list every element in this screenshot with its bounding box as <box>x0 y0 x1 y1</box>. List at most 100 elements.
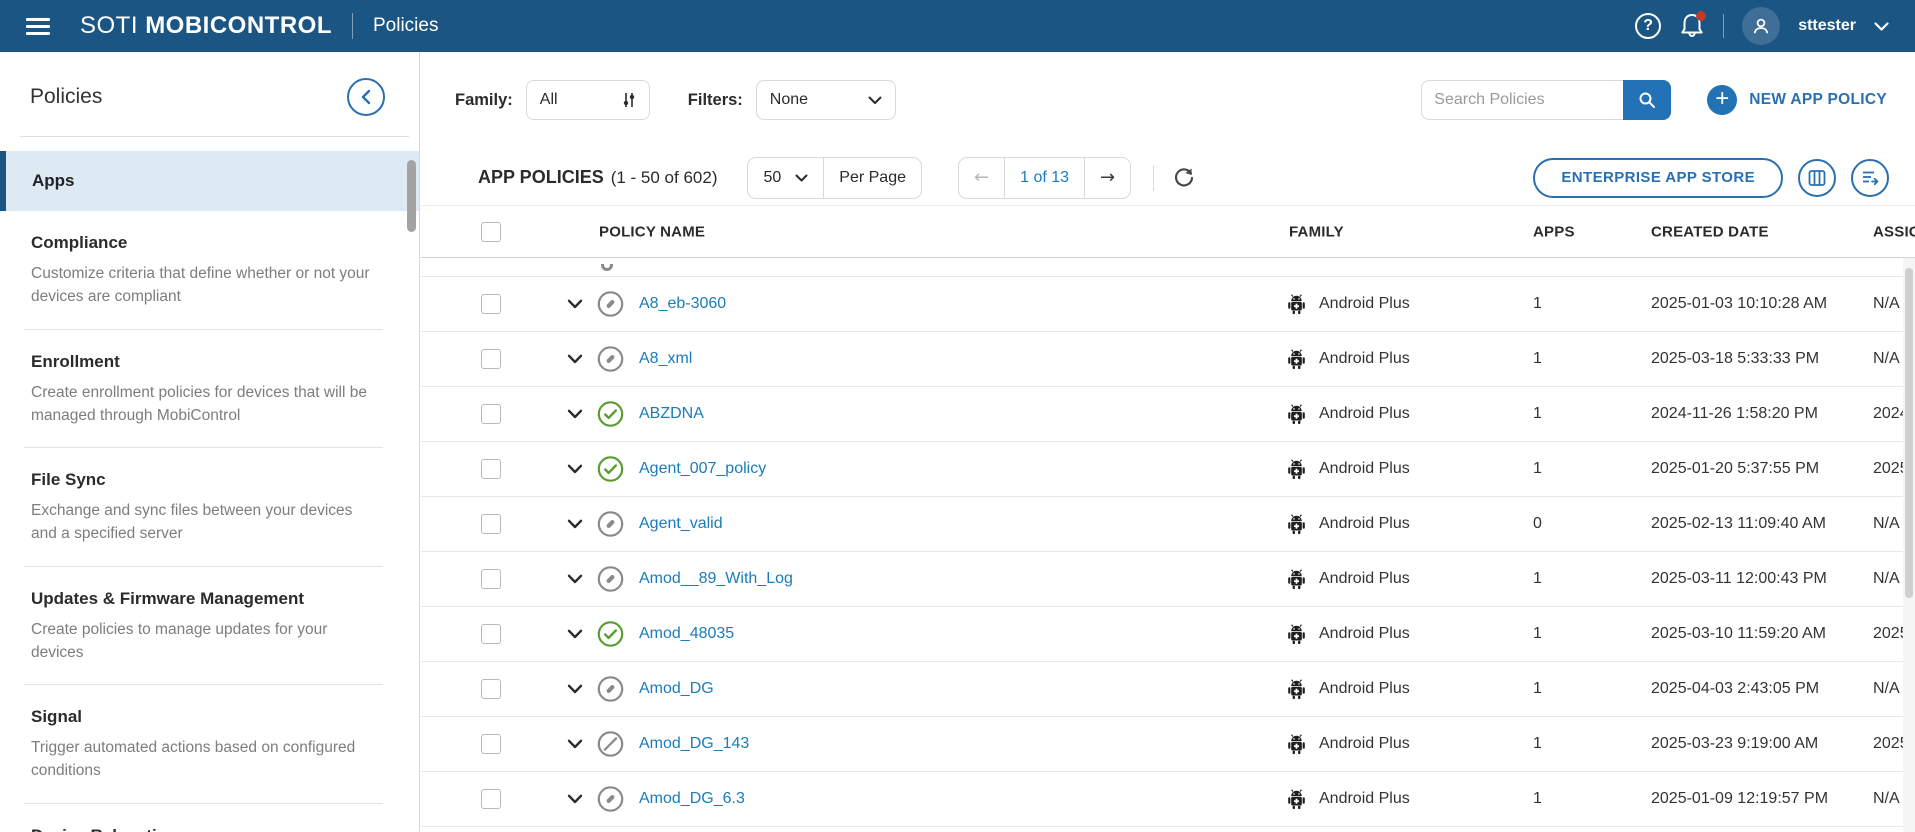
policy-name-link[interactable]: A8_eb-3060 <box>639 295 726 313</box>
select-all-checkbox[interactable] <box>481 222 501 242</box>
filters-dropdown[interactable]: None <box>756 80 896 120</box>
enterprise-app-store-button[interactable]: ENTERPRISE APP STORE <box>1533 158 1783 198</box>
search-icon <box>1638 91 1656 109</box>
policy-table-row: Agent_valid Android Plus 0 <box>421 497 1915 552</box>
filters-dropdown-value: None <box>770 91 808 109</box>
column-header-apps[interactable]: APPS <box>1533 223 1575 240</box>
previous-page-button[interactable]: ← <box>959 158 1004 198</box>
policy-family: Android Plus <box>1319 515 1410 533</box>
sidebar-scrollbar[interactable] <box>407 160 416 232</box>
plus-icon: + <box>1707 85 1737 115</box>
filter-bar: Family: All Filters: None <box>421 52 1915 148</box>
export-list-button[interactable] <box>1851 159 1889 197</box>
sidebar-item[interactable]: Device Relocation <box>0 804 419 832</box>
sidebar-header: Policies <box>0 52 419 136</box>
column-header-assigned[interactable]: ASSIG <box>1873 223 1915 240</box>
row-checkbox[interactable] <box>481 624 501 644</box>
chevron-down-icon <box>567 794 583 804</box>
row-checkbox[interactable] <box>481 789 501 809</box>
new-app-policy-button[interactable]: + NEW APP POLICY <box>1707 85 1887 115</box>
policy-table-row: Amod__89_With_Log Android Plus <box>421 552 1915 607</box>
row-checkbox[interactable] <box>481 459 501 479</box>
table-scrollbar-track[interactable] <box>1903 258 1915 832</box>
refresh-button[interactable] <box>1172 166 1196 190</box>
policy-status-icon <box>597 346 624 373</box>
row-expand-button[interactable] <box>567 794 583 804</box>
row-expand-button[interactable] <box>567 409 583 419</box>
filters-label: Filters: <box>688 91 743 110</box>
policy-name-link[interactable]: ABZDNA <box>639 405 704 423</box>
page-size-select[interactable]: 50 <box>748 158 823 198</box>
row-checkbox[interactable] <box>481 734 501 754</box>
policy-name-link[interactable]: A8_xml <box>639 350 692 368</box>
per-page-label: Per Page <box>823 158 921 198</box>
sidebar-title: Policies <box>30 85 102 109</box>
table-header: POLICY NAME FAMILY APPS CREATED DATE ASS… <box>421 206 1915 258</box>
column-header-policy-name[interactable]: POLICY NAME <box>599 223 705 240</box>
policy-name-link[interactable]: Agent_007_policy <box>639 460 766 478</box>
row-expand-button[interactable] <box>567 464 583 474</box>
sidebar-item-title: Updates & Firmware Management <box>31 589 379 609</box>
toolbar-right-cluster: ENTERPRISE APP STORE <box>1533 158 1889 198</box>
table-scrollbar-thumb[interactable] <box>1905 268 1913 598</box>
row-expand-button[interactable] <box>567 684 583 694</box>
row-checkbox[interactable] <box>481 679 501 699</box>
policies-main-panel: Family: All Filters: None <box>421 52 1915 832</box>
sidebar-item-title: Compliance <box>31 233 379 253</box>
column-header-created-date[interactable]: CREATED DATE <box>1651 223 1769 240</box>
policy-table-row: ABZDNA Android Plus 1 <box>421 387 1915 442</box>
policy-apps-count: 0 <box>1533 515 1542 533</box>
chevron-down-icon <box>567 629 583 639</box>
hamburger-menu-icon[interactable] <box>26 18 50 35</box>
row-checkbox[interactable] <box>481 404 501 424</box>
sidebar-item-description: Exchange and sync files between your dev… <box>31 499 379 546</box>
user-menu-chevron-down-icon[interactable] <box>1874 22 1889 31</box>
policy-name-link[interactable]: Agent_valid <box>639 515 723 533</box>
notifications-bell-icon[interactable] <box>1679 12 1705 40</box>
policy-status-icon <box>597 731 624 758</box>
policy-status-icon <box>597 291 624 318</box>
help-icon[interactable]: ? <box>1635 13 1661 39</box>
sidebar-item[interactable]: Compliance Customize criteria that defin… <box>0 211 419 329</box>
android-plus-icon <box>1287 294 1306 315</box>
family-dropdown-value: All <box>540 91 558 109</box>
search-button[interactable] <box>1623 80 1671 120</box>
policy-name-link[interactable]: Amod_DG <box>639 680 714 698</box>
row-checkbox[interactable] <box>481 569 501 589</box>
row-expand-button[interactable] <box>567 299 583 309</box>
sidebar-item[interactable]: Signal Trigger automated actions based o… <box>0 685 419 803</box>
sidebar-collapse-button[interactable] <box>347 78 385 116</box>
row-expand-button[interactable] <box>567 739 583 749</box>
app-policies-toolbar: APP POLICIES (1 - 50 of 602) 50 Per Page… <box>421 150 1915 206</box>
chevron-down-icon <box>567 739 583 749</box>
row-expand-button[interactable] <box>567 354 583 364</box>
row-checkbox[interactable] <box>481 514 501 534</box>
next-page-button[interactable]: → <box>1084 158 1130 198</box>
page-size-value: 50 <box>763 169 781 187</box>
filter-bar-right: + NEW APP POLICY <box>1421 80 1887 120</box>
manage-columns-button[interactable] <box>1798 159 1836 197</box>
row-expand-button[interactable] <box>567 519 583 529</box>
policy-table-body: A8_eb-3060 Android Plus 1 <box>421 258 1915 832</box>
column-header-family[interactable]: FAMILY <box>1289 223 1344 240</box>
policy-assigned-value: N/A <box>1873 680 1900 698</box>
search-policies-input[interactable] <box>1421 80 1623 120</box>
arrow-left-icon: ← <box>974 167 989 188</box>
sidebar-item[interactable]: File Sync Exchange and sync files betwee… <box>0 448 419 566</box>
sidebar-item[interactable]: Enrollment Create enrollment policies fo… <box>0 330 419 448</box>
policy-name-link[interactable]: Amod_DG_6.3 <box>639 790 745 808</box>
row-expand-button[interactable] <box>567 574 583 584</box>
policy-name-link[interactable]: Amod_DG_143 <box>639 735 749 753</box>
family-dropdown[interactable]: All <box>526 80 650 120</box>
page-indicator[interactable]: 1 of 13 <box>1004 158 1084 198</box>
row-expand-button[interactable] <box>567 629 583 639</box>
row-checkbox[interactable] <box>481 349 501 369</box>
username-label[interactable]: sttester <box>1798 17 1856 35</box>
policy-name-link[interactable]: Amod_48035 <box>639 625 734 643</box>
row-checkbox[interactable] <box>481 294 501 314</box>
policy-assigned-value: N/A <box>1873 515 1900 533</box>
sidebar-item[interactable]: Updates & Firmware Management Create pol… <box>0 567 419 685</box>
user-avatar[interactable] <box>1742 7 1780 45</box>
policy-name-link[interactable]: Amod__89_With_Log <box>639 570 793 588</box>
sidebar-item-apps[interactable]: Apps <box>0 151 419 211</box>
